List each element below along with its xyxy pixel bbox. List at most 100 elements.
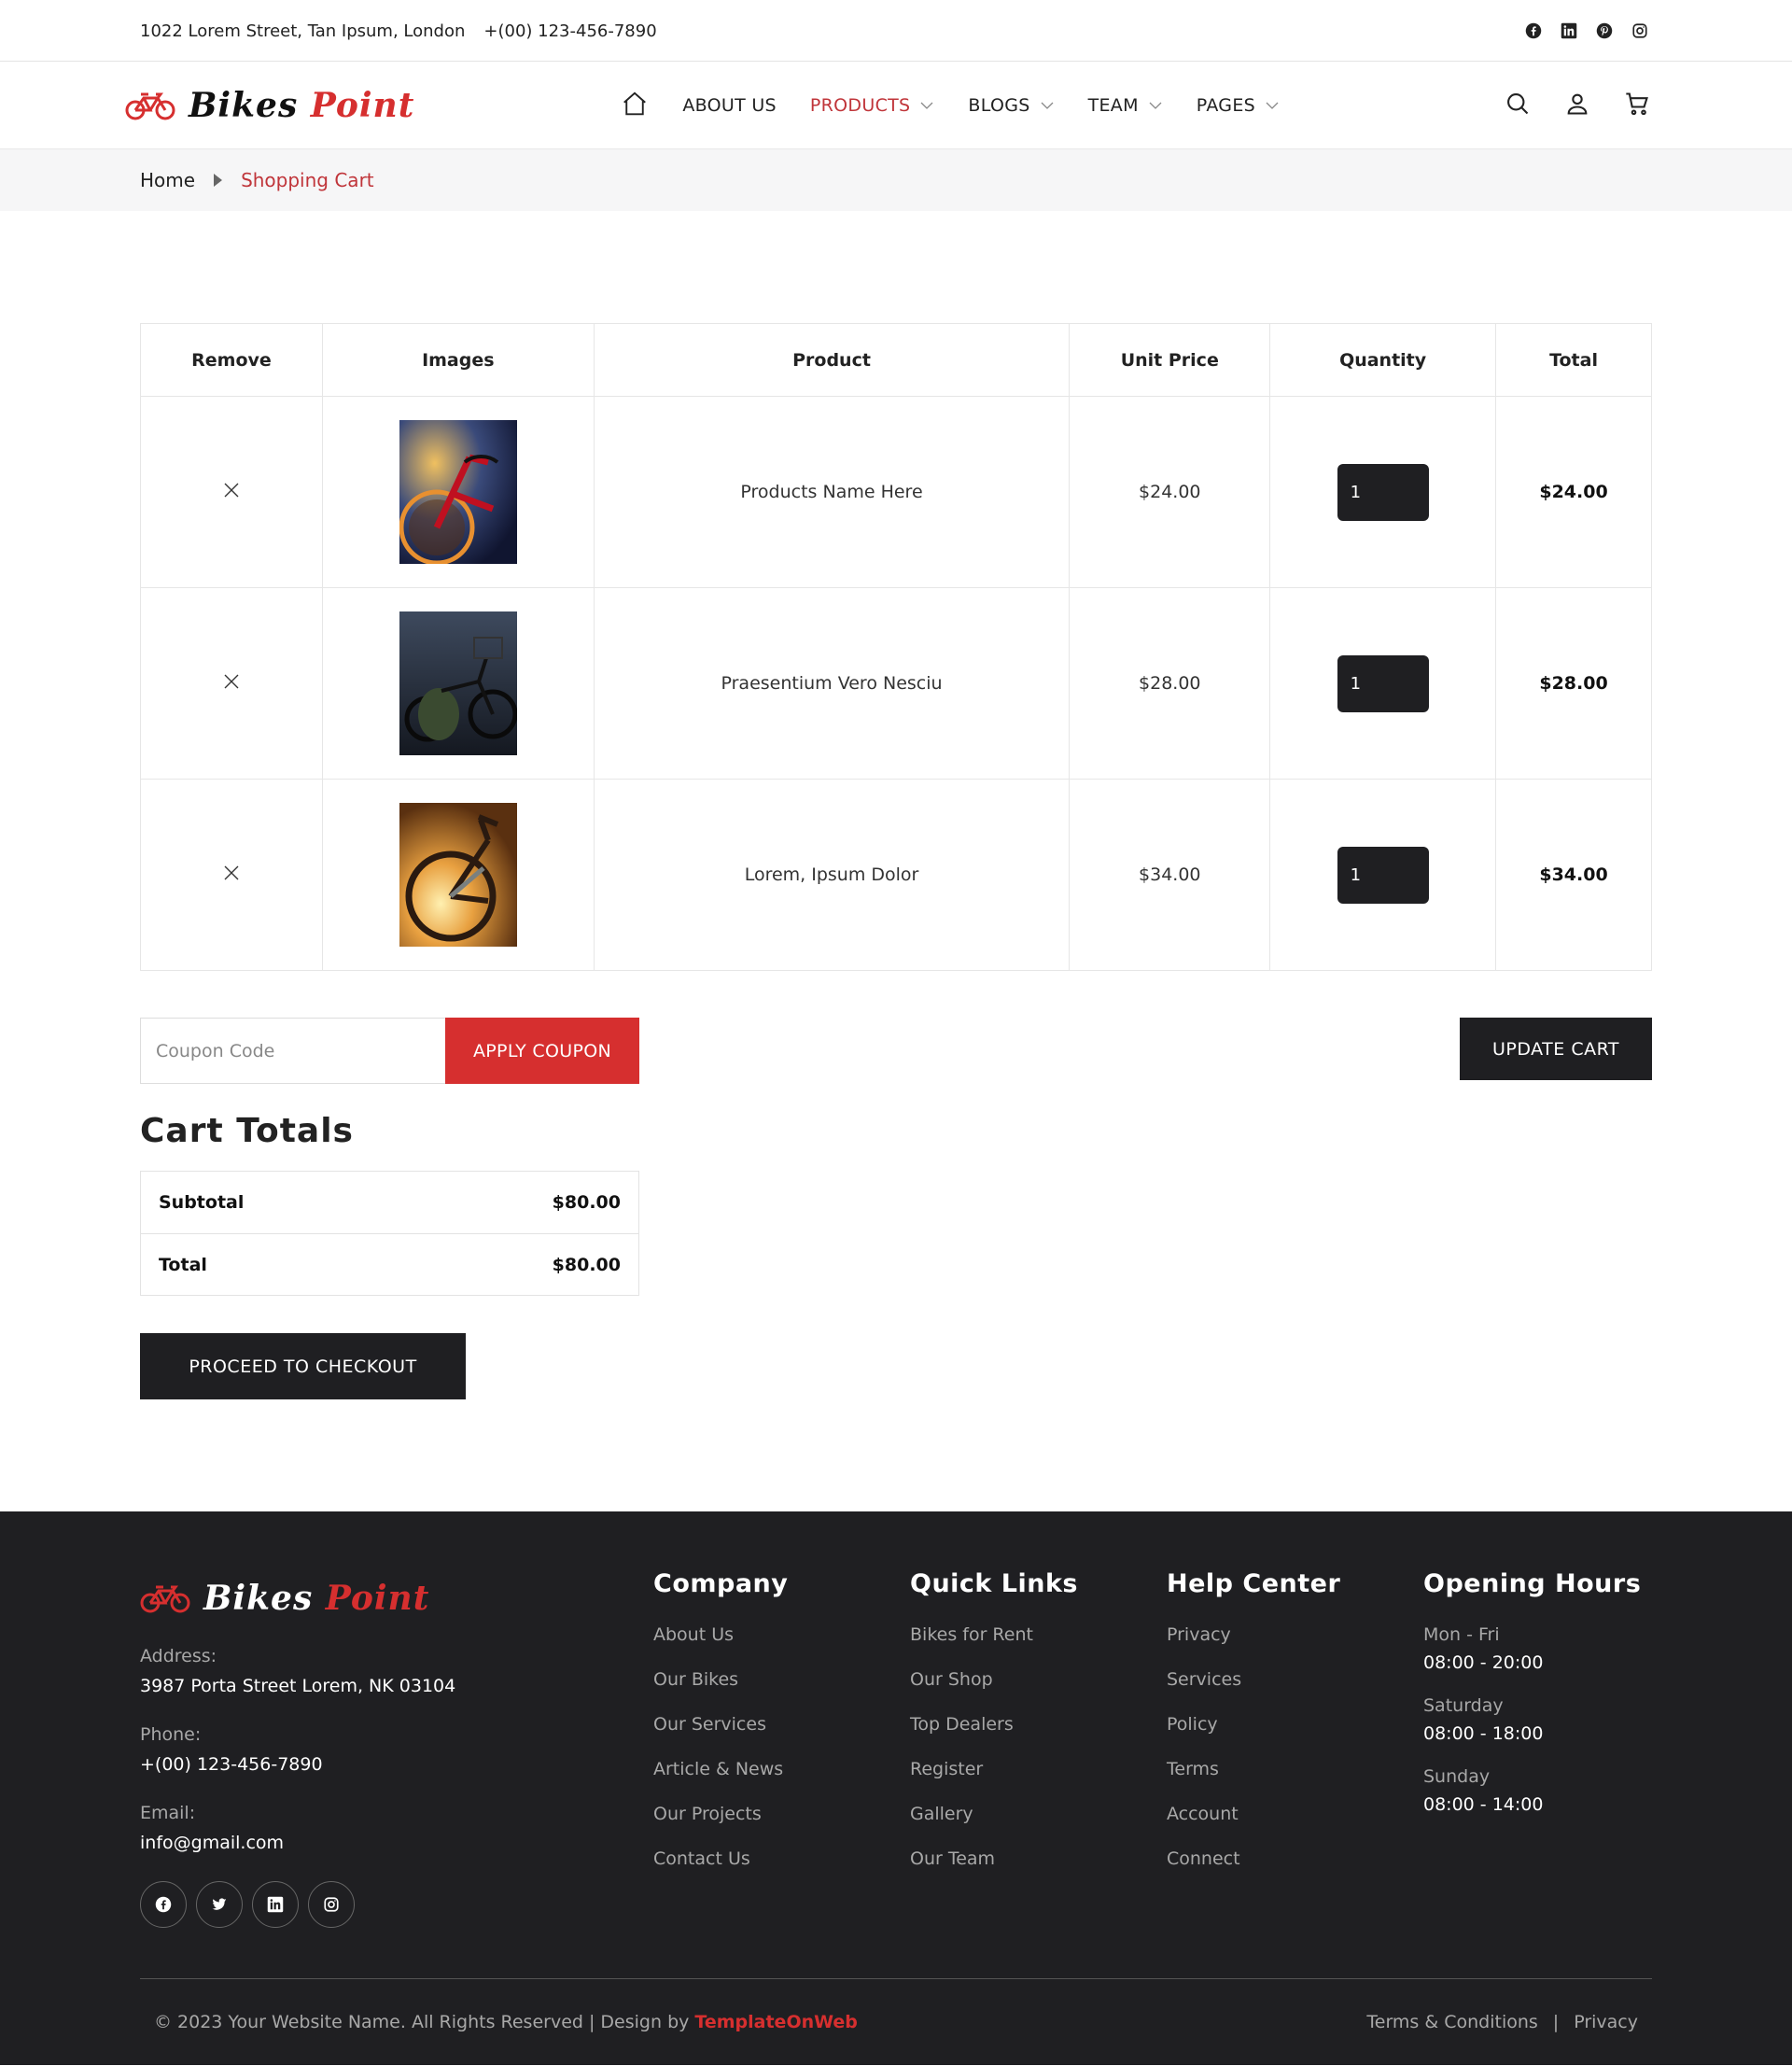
coupon-input[interactable]: Coupon Code	[140, 1018, 445, 1084]
chevron-down-icon	[920, 102, 933, 109]
cart-table-wrap: Remove Images Product Unit Price Quantit…	[140, 323, 1652, 971]
footer-logo[interactable]: Bikes Point	[140, 1579, 653, 1618]
twitter-icon[interactable]	[196, 1881, 243, 1928]
address-value: 3987 Porta Street Lorem, NK 03104	[140, 1676, 456, 1696]
table-row: Praesentium Vero Nesciu $28.00 1 $28.00	[140, 587, 1652, 780]
close-icon[interactable]	[223, 673, 240, 690]
site-logo[interactable]: Bikes Point	[125, 86, 414, 125]
row-total: $28.00	[1495, 587, 1652, 780]
main-header: Bikes Point ABOUT US PRODUCTS BLOGS TEAM…	[0, 62, 1792, 149]
linkedin-icon[interactable]	[1560, 21, 1578, 40]
hours-day: Sunday	[1423, 1766, 1491, 1787]
pinterest-icon[interactable]	[1595, 21, 1614, 40]
footer-separator: |	[1552, 2012, 1560, 2032]
footer-link[interactable]: Our Projects	[653, 1804, 910, 1848]
terms-link[interactable]: Terms & Conditions	[1366, 2012, 1537, 2032]
footer-help-center: Help Center Privacy Services Policy Term…	[1167, 1569, 1423, 1928]
company-title: Company	[653, 1569, 789, 1598]
cart-icon[interactable]	[1624, 91, 1650, 121]
product-image[interactable]	[399, 611, 517, 755]
col-header-quantity: Quantity	[1269, 323, 1497, 397]
table-header-row: Remove Images Product Unit Price Quantit…	[140, 323, 1652, 397]
col-header-product: Product	[593, 323, 1071, 397]
caret-right-icon	[214, 174, 223, 187]
footer-about: Bikes Point Address: 3987 Porta Street L…	[140, 1569, 653, 1928]
footer-link[interactable]: Contact Us	[653, 1848, 910, 1893]
nav-item-about-us[interactable]: ABOUT US	[682, 95, 777, 116]
footer-link[interactable]: Our Shop	[910, 1669, 1167, 1714]
hours-day: Mon - Fri	[1423, 1624, 1500, 1645]
cart-totals-title: Cart Totals	[140, 1112, 354, 1150]
cart-table: Remove Images Product Unit Price Quantit…	[140, 323, 1652, 971]
product-name[interactable]: Lorem, Ipsum Dolor	[593, 779, 1071, 971]
address-label: Address:	[140, 1646, 217, 1666]
product-image[interactable]	[399, 803, 517, 947]
quick-links-title: Quick Links	[910, 1569, 1078, 1598]
phone-label: Phone:	[140, 1724, 202, 1745]
bicycle-logo-icon	[125, 92, 175, 120]
footer-link[interactable]: Our Team	[910, 1848, 1167, 1893]
apply-coupon-button[interactable]: APPLY COUPON	[445, 1018, 639, 1084]
top-bar: 1022 Lorem Street, Tan Ipsum, London +(0…	[0, 0, 1792, 62]
footer-link[interactable]: Connect	[1167, 1848, 1423, 1893]
footer-link[interactable]: Top Dealers	[910, 1714, 1167, 1759]
col-header-unit-price: Unit Price	[1069, 323, 1271, 397]
home-icon[interactable]	[621, 90, 649, 122]
unit-price: $34.00	[1069, 779, 1271, 971]
footer-link[interactable]: Policy	[1167, 1714, 1423, 1759]
footer-link[interactable]: Register	[910, 1759, 1167, 1804]
quantity-input[interactable]: 1	[1337, 463, 1429, 521]
hours-time: 08:00 - 20:00	[1423, 1652, 1544, 1673]
col-header-remove: Remove	[140, 323, 323, 397]
nav-item-blogs[interactable]: BLOGS	[968, 95, 1054, 116]
footer-link[interactable]: Gallery	[910, 1804, 1167, 1848]
logo-text-part1: Bikes	[203, 1579, 326, 1618]
privacy-link[interactable]: Privacy	[1574, 2012, 1638, 2032]
product-name[interactable]: Praesentium Vero Nesciu	[593, 587, 1071, 780]
footer-link[interactable]: Our Bikes	[653, 1669, 910, 1714]
linkedin-icon[interactable]	[252, 1881, 299, 1928]
product-name[interactable]: Products Name Here	[593, 396, 1071, 588]
chevron-down-icon	[1149, 102, 1162, 109]
phone-value[interactable]: +(00) 123-456-7890	[140, 1754, 653, 1775]
footer-link[interactable]: Privacy	[1167, 1624, 1423, 1669]
email-value[interactable]: info@gmail.com	[140, 1833, 653, 1853]
footer-link[interactable]: Account	[1167, 1804, 1423, 1848]
product-image[interactable]	[399, 420, 517, 564]
quantity-input[interactable]: 1	[1337, 846, 1429, 904]
nav-item-pages[interactable]: PAGES	[1197, 95, 1280, 116]
footer-link[interactable]: Terms	[1167, 1759, 1423, 1804]
user-icon[interactable]	[1564, 91, 1590, 121]
quantity-input[interactable]: 1	[1337, 654, 1429, 712]
subtotal-value: $80.00	[552, 1192, 621, 1213]
opening-hours-title: Opening Hours	[1423, 1569, 1642, 1598]
copyright: © 2023 Your Website Name. All Rights Res…	[154, 2012, 858, 2032]
subtotal-row: Subtotal $80.00	[141, 1172, 638, 1233]
breadcrumb-home[interactable]: Home	[140, 169, 195, 191]
footer-bottom: © 2023 Your Website Name. All Rights Res…	[140, 1978, 1652, 2065]
instagram-icon[interactable]	[1631, 21, 1649, 40]
update-cart-button[interactable]: UPDATE CART	[1460, 1018, 1652, 1080]
email-label: Email:	[140, 1803, 196, 1823]
close-icon[interactable]	[223, 864, 240, 881]
col-header-images: Images	[321, 323, 595, 397]
facebook-icon[interactable]	[140, 1881, 187, 1928]
facebook-icon[interactable]	[1524, 21, 1543, 40]
top-phone[interactable]: +(00) 123-456-7890	[483, 21, 656, 41]
footer: Bikes Point Address: 3987 Porta Street L…	[0, 1511, 1792, 2065]
design-brand-link[interactable]: TemplateOnWeb	[694, 2012, 857, 2032]
checkout-button[interactable]: PROCEED TO CHECKOUT	[140, 1333, 466, 1399]
footer-link[interactable]: Bikes for Rent	[910, 1624, 1167, 1669]
search-icon[interactable]	[1505, 91, 1531, 121]
subtotal-label: Subtotal	[159, 1192, 245, 1213]
nav-item-products[interactable]: PRODUCTS	[810, 95, 934, 116]
footer-link[interactable]: About Us	[653, 1624, 910, 1669]
footer-link[interactable]: Article & News	[653, 1759, 910, 1804]
footer-link[interactable]: Services	[1167, 1669, 1423, 1714]
nav-item-team[interactable]: TEAM	[1088, 95, 1163, 116]
instagram-icon[interactable]	[308, 1881, 355, 1928]
footer-link[interactable]: Our Services	[653, 1714, 910, 1759]
hours-time: 08:00 - 14:00	[1423, 1794, 1544, 1815]
close-icon[interactable]	[223, 482, 240, 499]
top-address: 1022 Lorem Street, Tan Ipsum, London	[140, 21, 466, 41]
